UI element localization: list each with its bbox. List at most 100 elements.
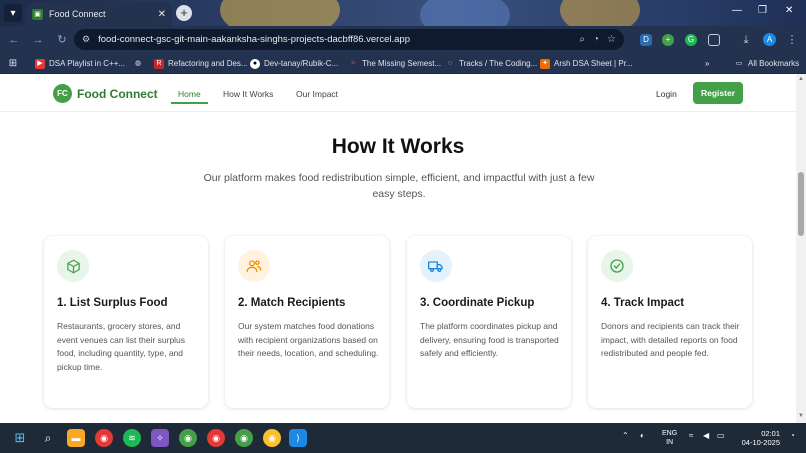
scroll-down-icon[interactable]: ▼	[798, 413, 804, 419]
package-icon	[57, 250, 89, 282]
close-window-icon[interactable]: ✕	[785, 5, 793, 16]
profile-avatar[interactable]: A	[763, 33, 776, 46]
minimize-icon[interactable]: —	[732, 5, 742, 16]
performance-icon[interactable]: ◔	[593, 34, 599, 45]
extensions-puzzle-icon[interactable]	[708, 34, 720, 46]
nav-home[interactable]: Home	[178, 89, 201, 99]
step-card: 3. Coordinate Pickup The platform coordi…	[407, 236, 571, 408]
scrollbar-thumb[interactable]	[798, 172, 804, 236]
reload-icon[interactable]: ↻	[52, 33, 72, 46]
logo-badge: FC	[53, 84, 72, 103]
step-title: 2. Match Recipients	[238, 297, 346, 309]
extension-icon[interactable]: +	[662, 34, 674, 46]
system-clock[interactable]: 02:01 04-10-2025	[738, 429, 780, 447]
tray-app-icon[interactable]: ◐	[640, 431, 645, 440]
language-code: ENG	[662, 430, 678, 437]
close-icon[interactable]: ✕	[158, 9, 166, 20]
zoom-icon[interactable]: ⌕	[579, 34, 585, 45]
page-viewport: FC Food Connect Home How It Works Our Im…	[0, 74, 796, 423]
bookmark-item[interactable]: R Refactoring and Des...	[154, 57, 248, 70]
check-circle-icon	[601, 250, 633, 282]
users-icon	[238, 250, 270, 282]
region-code: IN	[666, 439, 674, 446]
bookmark-item[interactable]: ▶ DSA Playlist in C++...	[35, 57, 125, 70]
tab-title: Food Connect	[49, 9, 106, 19]
section-title: How It Works	[331, 135, 465, 158]
address-bar[interactable]: ⚙ food-connect-gsc-git-main-aakanksha-si…	[74, 29, 624, 50]
step-description: Restaurants, grocery stores, and event v…	[57, 321, 186, 372]
url-text: food-connect-gsc-git-main-aakanksha-sing…	[98, 34, 410, 45]
arsh-sheet-icon: ✦	[540, 58, 550, 69]
tab-favicon-icon: ▣	[32, 8, 43, 20]
battery-icon[interactable]: ▭	[717, 431, 725, 440]
step-title: 3. Coordinate Pickup	[420, 297, 535, 309]
notification-icon[interactable]: ◔	[790, 431, 795, 440]
wallpaper-swirl	[560, 0, 640, 26]
copilot-icon[interactable]: ✧	[151, 429, 169, 447]
bookmark-item[interactable]: ◌ Tracks / The Coding...	[445, 57, 537, 70]
extension-icon[interactable]: D	[640, 34, 652, 46]
windows-start-icon[interactable]: ⊞	[11, 429, 29, 447]
browser-tab-strip: ▾ ▣ Food Connect ✕ + — ❐ ✕	[0, 0, 806, 26]
chrome-profile-icon[interactable]: ◉	[179, 429, 197, 447]
github-icon: ●	[250, 58, 260, 69]
step-title: 1. List Surplus Food	[57, 297, 168, 309]
bookmarks-bar: ⊞ ▶ DSA Playlist in C++... ◍ R Refactoring…	[0, 53, 806, 74]
bookmark-item[interactable]: > The Missing Semest...	[348, 57, 441, 70]
site-info-icon[interactable]: ⚙	[82, 34, 90, 45]
bookmark-item[interactable]: ● Dev-tanay/Rubik-C...	[250, 57, 338, 70]
new-tab-button[interactable]: +	[176, 5, 192, 21]
tray-overflow-icon[interactable]: ⌃	[622, 431, 629, 440]
wallpaper-swirl	[420, 0, 510, 26]
file-explorer-icon[interactable]: ▬	[67, 429, 85, 447]
logo-text: Food Connect	[77, 86, 158, 101]
scroll-up-icon[interactable]: ▲	[798, 76, 804, 82]
back-icon[interactable]: ←	[4, 34, 24, 46]
missing-semester-icon: >	[350, 59, 356, 67]
bookmark-item[interactable]: ✦ Arsh DSA Sheet | Pr...	[540, 57, 633, 70]
volume-icon[interactable]: ◀	[703, 431, 709, 440]
site-logo[interactable]: FC Food Connect	[53, 84, 158, 103]
register-button[interactable]: Register	[693, 82, 743, 104]
download-icon[interactable]: ⤓	[740, 34, 752, 46]
step-description: The platform coordinates pickup and deli…	[420, 321, 559, 358]
bookmarks-overflow-icon[interactable]: »	[705, 57, 709, 70]
step-card: 1. List Surplus Food Restaurants, grocer…	[44, 236, 208, 408]
globe-icon: ◍	[134, 59, 142, 67]
clock-time: 02:01	[761, 429, 780, 438]
step-description: Our system matches food donations with r…	[238, 321, 379, 358]
step-card: 4. Track Impact Donors and recipients ca…	[588, 236, 752, 408]
active-tab[interactable]: ▣ Food Connect ✕	[26, 2, 172, 26]
chrome-icon[interactable]: ◉	[95, 429, 113, 447]
all-bookmarks-folder[interactable]: ▭ All Bookmarks	[734, 57, 799, 70]
extension-icon[interactable]: G	[685, 34, 697, 46]
maximize-icon[interactable]: ❐	[758, 5, 767, 16]
clock-date: 04-10-2025	[741, 438, 780, 447]
bookmark-item[interactable]: ◍	[133, 57, 143, 70]
language-indicator[interactable]: ENG IN	[662, 429, 677, 447]
chrome-profile-icon[interactable]: ◉	[235, 429, 253, 447]
tracks-icon: ◌	[447, 59, 453, 67]
nav-how-it-works[interactable]: How It Works	[223, 89, 273, 99]
windows-taskbar: ⊞ ⌕ ▬ ◉ ≋ ✧ ◉ ◉ ◉ ◉ ⟩ ⌃ ◐ ENG IN ≈ ◀ ▭ 0…	[0, 423, 806, 453]
spotify-icon[interactable]: ≋	[123, 429, 141, 447]
folder-icon: ▭	[735, 59, 743, 67]
step-title: 4. Track Impact	[601, 297, 685, 309]
truck-icon	[420, 250, 452, 282]
step-card: 2. Match Recipients Our system matches f…	[225, 236, 389, 408]
login-link[interactable]: Login	[656, 89, 677, 99]
vscode-icon[interactable]: ⟩	[289, 429, 307, 447]
nav-our-impact[interactable]: Our Impact	[296, 89, 338, 99]
search-icon[interactable]: ⌕	[39, 429, 57, 447]
chrome-profile-icon[interactable]: ◉	[263, 429, 281, 447]
page-scrollbar[interactable]: ▲ ▼	[796, 74, 806, 423]
section-subtitle: Our platform makes food redistribution s…	[203, 172, 595, 200]
wallpaper-swirl	[220, 0, 340, 26]
forward-icon[interactable]: →	[28, 34, 48, 46]
bookmark-star-icon[interactable]: ☆	[607, 34, 616, 45]
chrome-profile-icon[interactable]: ◉	[207, 429, 225, 447]
apps-grid-icon[interactable]: ⊞	[8, 57, 18, 70]
wifi-icon[interactable]: ≈	[689, 431, 693, 440]
menu-kebab-icon[interactable]: ⋮	[786, 34, 798, 46]
tab-search-button[interactable]: ▾	[4, 4, 22, 22]
